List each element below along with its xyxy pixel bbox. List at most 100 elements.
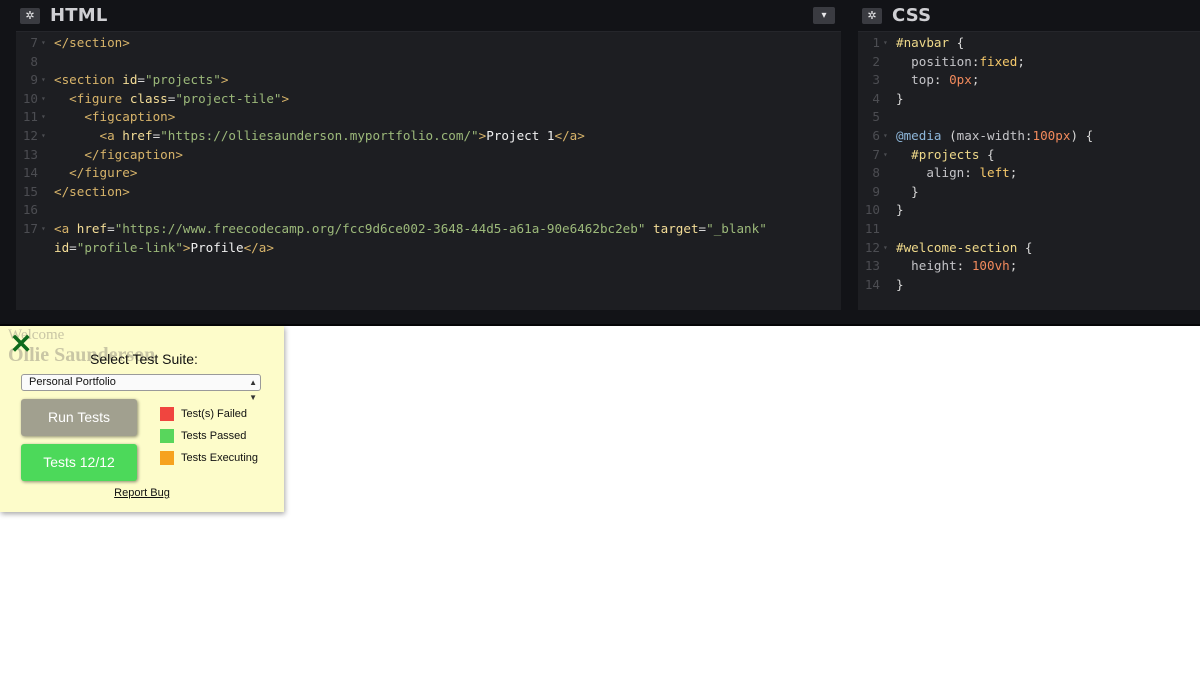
line-number: 16	[22, 202, 38, 218]
html-code-editor[interactable]: 7 ▾ </section> 8 9 ▾ <section id="projects"> 10…	[16, 32, 841, 257]
code-text: }	[896, 276, 904, 295]
code-line[interactable]: 16	[16, 201, 841, 220]
code-token: ;	[1009, 258, 1018, 274]
line-number: 7	[872, 146, 880, 162]
code-token: :	[964, 165, 980, 181]
line-number: 7	[30, 35, 38, 50]
code-text: align: left;	[896, 164, 1017, 183]
code-token: href	[76, 220, 108, 236]
code-token: position	[911, 53, 972, 69]
code-line[interactable]: 11 ▾ <figcaption>	[16, 108, 841, 127]
code-token: >	[182, 239, 191, 255]
code-line[interactable]: 7 ▾ </section>	[16, 34, 841, 53]
fold-arrow-icon[interactable]: ▾	[883, 239, 888, 258]
code-token: #welcome-section	[896, 239, 1025, 255]
code-token: top	[911, 72, 934, 88]
code-line[interactable]: 13 </figcaption>	[16, 146, 841, 165]
code-token: =	[137, 72, 146, 88]
code-text: <a href="https://www.freecodecamp.org/fc…	[54, 220, 767, 239]
code-line[interactable]: 2 position:fixed;	[858, 53, 1200, 72]
code-token: Project 1	[486, 127, 555, 143]
code-line[interactable]: 12 ▾ <a href="https://olliesaunderson.myp…	[16, 127, 841, 146]
code-line[interactable]: 4}	[858, 90, 1200, 109]
code-token: max-width	[956, 127, 1025, 143]
code-line[interactable]: 9 ▾ <section id="projects">	[16, 71, 841, 90]
code-line[interactable]: 10 ▾ <figure class="project-tile">	[16, 90, 841, 109]
code-line[interactable]: 12 ▾ #welcome-section {	[858, 239, 1200, 258]
line-number: 9	[30, 72, 38, 88]
fold-arrow-icon[interactable]: ▾	[883, 34, 888, 53]
code-line[interactable]: 7 ▾ #projects {	[858, 146, 1200, 165]
fold-arrow-icon[interactable]: ▾	[41, 34, 46, 53]
code-line[interactable]: 15 </section>	[16, 183, 841, 202]
fold-arrow-icon[interactable]: ▾	[41, 220, 46, 239]
code-token: <section	[54, 72, 123, 88]
code-line[interactable]: 6 ▾ @media (max-width:100px) {	[858, 127, 1200, 146]
css-code-editor[interactable]: 1 ▾ #navbar {2 position:fixed; 3 top: 0px; 4…	[858, 32, 1200, 294]
code-line[interactable]: 14 </figure>	[16, 164, 841, 183]
code-line[interactable]: 8	[16, 53, 841, 72]
code-line[interactable]: 10}	[858, 201, 1200, 220]
fold-arrow-icon[interactable]: ▾	[41, 127, 46, 146]
code-line[interactable]: 17 ▾ <a href="https://www.freecodecamp.org…	[16, 220, 841, 239]
code-token: href	[122, 127, 153, 143]
gear-icon[interactable]: ✲	[862, 7, 882, 24]
code-token: </section>	[54, 35, 130, 50]
line-number: 8	[872, 165, 880, 181]
line-number: 12	[864, 239, 880, 255]
css-editor-panel: ✲ CSS 1 ▾ #navbar {2 position:fixed; 3 top:…	[858, 0, 1200, 310]
line-number: 11	[864, 220, 880, 236]
code-token: <figcaption>	[84, 109, 176, 125]
fold-arrow-icon[interactable]: ▾	[41, 71, 46, 90]
code-line[interactable]: 8 align: left;	[858, 164, 1200, 183]
line-number: 9	[872, 183, 880, 199]
code-token: 100px	[1032, 127, 1071, 143]
line-number: 17	[22, 220, 38, 236]
gear-icon[interactable]: ✲	[20, 7, 40, 24]
close-icon[interactable]: ✕	[9, 331, 33, 358]
report-bug-link[interactable]: Report Bug	[0, 487, 284, 499]
code-token: {	[987, 146, 995, 162]
code-token: </figure>	[69, 165, 138, 181]
code-text: <figcaption>	[54, 108, 175, 127]
code-token: {	[956, 35, 965, 50]
test-suite-select[interactable]: Personal Portfolio ▲ ▼	[21, 374, 261, 402]
code-line[interactable]: 1 ▾ #navbar {	[858, 34, 1200, 53]
code-line[interactable]: 13 height: 100vh;	[858, 257, 1200, 276]
fold-arrow-icon[interactable]: ▾	[41, 90, 46, 109]
executing-swatch	[160, 451, 174, 465]
test-suite-panel: Welcome Ollie Saunderson ✕ Select Test S…	[0, 326, 284, 512]
code-token: <a	[99, 127, 123, 143]
code-line[interactable]: 14}	[858, 276, 1200, 295]
line-number: 14	[22, 165, 38, 181]
html-panel-title: HTML	[50, 5, 108, 26]
fold-arrow-icon[interactable]: ▾	[883, 127, 888, 146]
code-line[interactable]: 11	[858, 220, 1200, 239]
run-tests-button[interactable]: Run Tests	[21, 399, 137, 436]
code-token: align	[926, 165, 965, 181]
fold-arrow-icon[interactable]: ▾	[883, 146, 888, 165]
code-line[interactable]: 5	[858, 108, 1200, 127]
fold-arrow-icon[interactable]: ▾	[41, 108, 46, 127]
code-line[interactable]: 3 top: 0px;	[858, 71, 1200, 90]
code-token: <figure	[69, 90, 130, 106]
line-number: 3	[872, 72, 880, 88]
legend-failed: Test(s) Failed	[160, 407, 247, 421]
tests-result-button[interactable]: Tests 12/12	[21, 444, 137, 481]
code-line[interactable]: 9 }	[858, 183, 1200, 202]
code-text: </figure>	[54, 164, 137, 183]
code-text: #welcome-section {	[896, 239, 1033, 258]
code-line[interactable]: id="profile-link">Profile</a>	[16, 239, 841, 258]
line-number: 5	[872, 109, 880, 125]
chevron-down-icon[interactable]: ▾	[813, 7, 835, 24]
code-text: @media (max-width:100px) {	[896, 127, 1093, 146]
legend-executing-label: Tests Executing	[181, 452, 259, 464]
line-number: 13	[864, 258, 880, 274]
failed-swatch	[160, 407, 174, 421]
code-token: =	[107, 220, 115, 236]
code-token: >	[281, 90, 290, 106]
